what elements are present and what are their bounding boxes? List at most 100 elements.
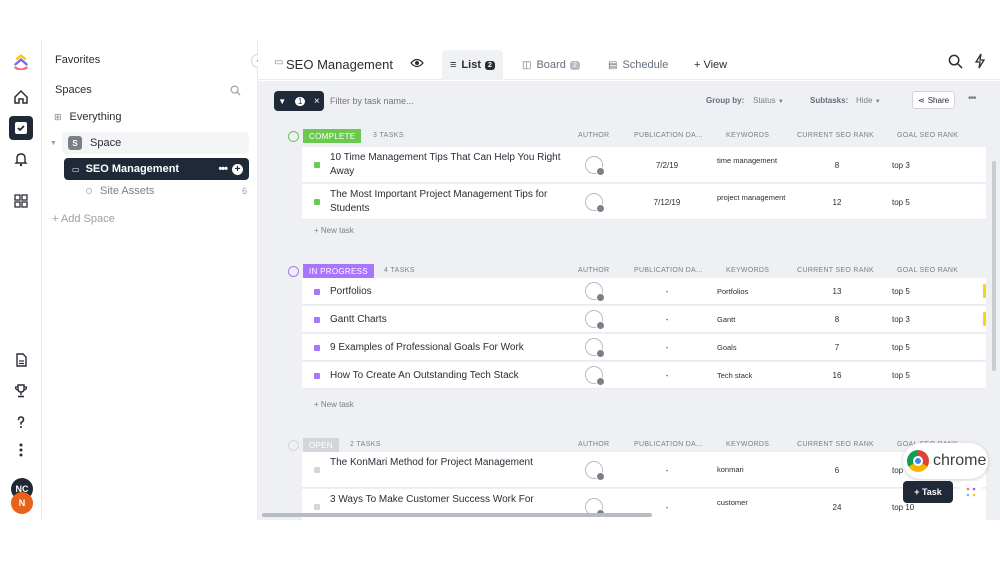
task-row[interactable]: Portfolios - Portfolios 13 top 5: [302, 278, 986, 305]
keywords-cell[interactable]: Gantt: [717, 316, 787, 324]
task-row[interactable]: 10 Time Management Tips That Can Help Yo…: [302, 147, 986, 183]
column-header-keywords[interactable]: KEYWORDS: [726, 267, 769, 274]
publication-date[interactable]: -: [632, 315, 702, 324]
assign-author-icon[interactable]: [585, 193, 605, 213]
keywords-cell[interactable]: Portfolios: [717, 288, 787, 296]
collapse-group-icon[interactable]: [288, 266, 299, 277]
current-rank-cell[interactable]: 24: [802, 503, 872, 512]
goal-rank-cell[interactable]: top: [892, 466, 903, 475]
goal-rank-cell[interactable]: top 5: [892, 371, 910, 380]
tab-list[interactable]: ≡ List 2: [442, 50, 503, 80]
status-square-icon[interactable]: [314, 199, 320, 205]
publication-date[interactable]: -: [632, 371, 702, 380]
keywords-cell[interactable]: project management: [717, 194, 787, 202]
goal-rank-cell[interactable]: top 10: [892, 503, 914, 512]
status-square-icon[interactable]: [314, 317, 320, 323]
column-header-publication[interactable]: PUBLICATION DA...: [634, 132, 703, 139]
tab-schedule[interactable]: ▤ Schedule: [608, 50, 668, 80]
status-badge[interactable]: COMPLETE: [303, 129, 362, 143]
keywords-cell[interactable]: customer: [717, 499, 787, 507]
avatar-user[interactable]: N: [11, 492, 33, 514]
publication-date[interactable]: 7/12/19: [632, 198, 702, 207]
keywords-cell[interactable]: Tech stack: [717, 372, 787, 380]
horizontal-scrollbar[interactable]: [262, 513, 652, 517]
collapse-group-icon[interactable]: [288, 440, 299, 451]
search-input[interactable]: [330, 93, 530, 109]
status-square-icon[interactable]: [314, 467, 320, 473]
column-header-current-rank[interactable]: CURRENT SEO RANK: [797, 267, 874, 274]
task-row[interactable]: How To Create An Outstanding Tech Stack …: [302, 362, 986, 389]
add-circle-icon[interactable]: +: [232, 163, 243, 175]
status-square-icon[interactable]: [314, 162, 320, 168]
column-header-goal-rank[interactable]: GOAL SEO RANK: [897, 132, 958, 139]
close-icon[interactable]: ×: [314, 96, 320, 107]
publication-date[interactable]: -: [632, 343, 702, 352]
column-header-keywords[interactable]: KEYWORDS: [726, 441, 769, 448]
task-name[interactable]: Portfolios: [330, 285, 570, 299]
goal-rank-cell[interactable]: top 3: [892, 161, 910, 170]
more-vertical-icon[interactable]: [9, 438, 33, 462]
clickup-logo-icon[interactable]: [9, 50, 33, 74]
new-task-link[interactable]: + New task: [314, 226, 354, 235]
group-by-select[interactable]: Status ▼: [753, 96, 784, 105]
current-rank-cell[interactable]: 8: [802, 315, 872, 324]
task-name[interactable]: The Most Important Project Management Ti…: [330, 188, 570, 216]
task-row[interactable]: The KonMari Method for Project Managemen…: [302, 452, 986, 488]
search-icon[interactable]: [948, 54, 963, 74]
current-rank-cell[interactable]: 13: [802, 287, 872, 296]
collapse-group-icon[interactable]: [288, 131, 299, 142]
task-name[interactable]: The KonMari Method for Project Managemen…: [330, 456, 570, 470]
assign-author-icon[interactable]: [585, 310, 605, 330]
sidebar-item-seo-management[interactable]: ▭ SEO Management ••• +: [64, 158, 249, 180]
chevron-down-icon[interactable]: ▼: [50, 140, 57, 147]
keywords-cell[interactable]: konmari: [717, 466, 787, 474]
keywords-cell[interactable]: time management: [717, 157, 787, 165]
column-header-publication[interactable]: PUBLICATION DA...: [634, 267, 703, 274]
goals-trophy-icon[interactable]: [9, 379, 33, 403]
dashboards-icon[interactable]: [9, 189, 33, 213]
column-header-goal-rank[interactable]: GOAL SEO RANK: [897, 267, 958, 274]
current-rank-cell[interactable]: 12: [802, 198, 872, 207]
column-header-publication[interactable]: PUBLICATION DA...: [634, 441, 703, 448]
assign-author-icon[interactable]: [585, 461, 605, 481]
task-name[interactable]: How To Create An Outstanding Tech Stack: [330, 369, 570, 383]
tasks-icon[interactable]: [9, 116, 33, 140]
subtasks-select[interactable]: Hide ▼: [856, 96, 881, 105]
task-name[interactable]: 10 Time Management Tips That Can Help Yo…: [330, 151, 570, 179]
column-header-current-rank[interactable]: CURRENT SEO RANK: [797, 132, 874, 139]
column-header-current-rank[interactable]: CURRENT SEO RANK: [797, 441, 874, 448]
publication-date[interactable]: -: [632, 503, 702, 512]
task-row[interactable]: 9 Examples of Professional Goals For Wor…: [302, 334, 986, 361]
status-square-icon[interactable]: [314, 504, 320, 510]
sidebar-item-everything[interactable]: ⊞ Everything: [52, 106, 249, 128]
goal-rank-cell[interactable]: top 5: [892, 343, 910, 352]
assign-author-icon[interactable]: [585, 338, 605, 358]
notifications-icon[interactable]: [9, 147, 33, 171]
status-square-icon[interactable]: [314, 289, 320, 295]
more-horizontal-icon[interactable]: •••: [968, 93, 976, 104]
task-row[interactable]: The Most Important Project Management Ti…: [302, 184, 986, 220]
task-row[interactable]: Gantt Charts - Gantt 8 top 3: [302, 306, 986, 333]
help-icon[interactable]: [9, 410, 33, 434]
goal-rank-cell[interactable]: top 5: [892, 198, 910, 207]
status-badge[interactable]: OPEN: [303, 438, 339, 452]
publication-date[interactable]: -: [632, 466, 702, 475]
eye-settings-icon[interactable]: [410, 56, 424, 74]
current-rank-cell[interactable]: 7: [802, 343, 872, 352]
add-space-link[interactable]: + Add Space: [52, 208, 249, 230]
goal-rank-cell[interactable]: top 5: [892, 287, 910, 296]
current-rank-cell[interactable]: 16: [802, 371, 872, 380]
docs-icon[interactable]: [9, 348, 33, 372]
keywords-cell[interactable]: Goals: [717, 344, 787, 352]
assign-author-icon[interactable]: [585, 156, 605, 176]
new-task-link[interactable]: + New task: [314, 400, 354, 409]
task-name[interactable]: 9 Examples of Professional Goals For Wor…: [330, 341, 570, 355]
assign-author-icon[interactable]: [585, 282, 605, 302]
task-name[interactable]: Gantt Charts: [330, 313, 570, 327]
home-icon[interactable]: [9, 85, 33, 109]
current-rank-cell[interactable]: 6: [802, 466, 872, 475]
lightning-icon[interactable]: [974, 53, 986, 74]
publication-date[interactable]: 7/2/19: [632, 161, 702, 170]
column-header-author[interactable]: AUTHOR: [578, 267, 609, 274]
filter-button[interactable]: ▼ 1 ×: [274, 91, 324, 111]
